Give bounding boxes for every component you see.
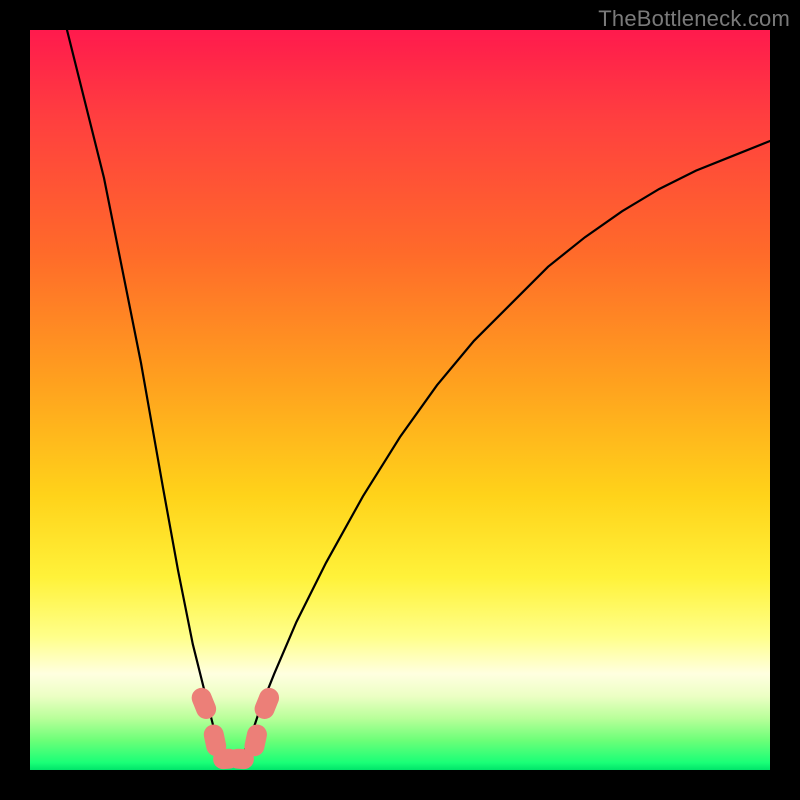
curve-marker: [252, 685, 283, 722]
chart-overlay: [30, 30, 770, 770]
watermark-text: TheBottleneck.com: [598, 6, 790, 32]
bottleneck-curve: [67, 30, 770, 766]
chart-frame: TheBottleneck.com: [0, 0, 800, 800]
curve-marker: [189, 685, 220, 722]
curve-markers: [189, 685, 282, 770]
